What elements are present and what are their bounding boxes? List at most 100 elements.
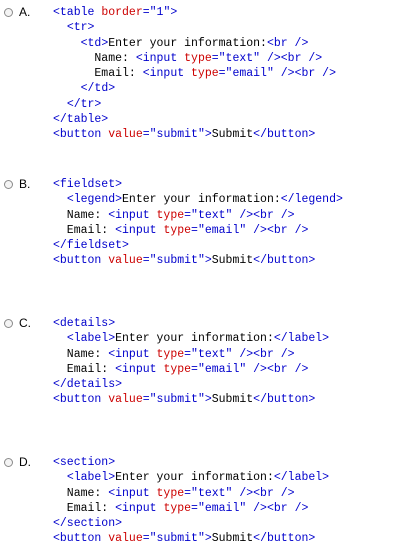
- code-token: <input: [142, 67, 192, 81]
- code-token: Submit: [211, 128, 254, 142]
- code-token: <input: [115, 362, 164, 376]
- code-token: <label>: [66, 471, 116, 485]
- code-token: <input: [108, 208, 157, 222]
- code-token: <br />: [294, 67, 336, 81]
- code-line: <td>Enter your information:<br />: [53, 36, 336, 51]
- code-token: <input: [135, 51, 185, 65]
- radio-button-a[interactable]: [4, 8, 13, 17]
- code-token: <input: [108, 486, 157, 500]
- code-token: </label>: [273, 471, 330, 485]
- code-line: <button value="submit">Submit</button>: [53, 127, 336, 142]
- radio-button-d[interactable]: [4, 458, 13, 467]
- code-token: border: [101, 6, 143, 19]
- code-token: ="1">: [142, 6, 178, 19]
- code-token: value: [108, 128, 143, 142]
- code-token: <input: [108, 347, 157, 361]
- code-token: <table: [53, 6, 102, 19]
- code-token: type: [163, 362, 192, 376]
- code-line: Name: <input type="text" /><br />: [53, 347, 329, 362]
- code-token: </button>: [253, 254, 316, 268]
- code-token: Email:: [53, 501, 116, 515]
- code-line: Email: <input type="email" /><br />: [53, 223, 343, 238]
- radio-button-b[interactable]: [4, 180, 13, 189]
- option-label-c: C.: [19, 316, 31, 330]
- code-line: <legend>Enter your information:</legend>: [53, 192, 343, 207]
- code-line: </table>: [53, 112, 336, 127]
- code-block-b: <fieldset> <legend>Enter your informatio…: [53, 177, 343, 269]
- code-block-d: <section> <label>Enter your information:…: [53, 455, 329, 547]
- code-token: type: [184, 51, 212, 65]
- code-token: Name:: [53, 208, 109, 222]
- code-line: <section>: [53, 455, 329, 470]
- code-line: Name: <input type="text" /><br />: [53, 208, 343, 223]
- code-line: <button value="submit">Submit</button>: [53, 392, 329, 407]
- code-token: </td>: [80, 82, 116, 96]
- code-token: <button: [53, 532, 109, 546]
- code-token: <details>: [53, 317, 116, 330]
- code-token: ="submit">: [142, 128, 212, 142]
- code-line: Email: <input type="email" /><br />: [53, 66, 336, 81]
- code-token: ="submit">: [142, 532, 212, 546]
- code-token: </button>: [253, 128, 316, 142]
- code-token: Enter your information:: [115, 471, 274, 485]
- radio-button-c[interactable]: [4, 319, 13, 328]
- code-token: <input: [115, 223, 164, 237]
- code-token: Submit: [211, 393, 254, 407]
- code-token: type: [156, 486, 185, 500]
- code-token: </section>: [53, 517, 123, 531]
- code-token: ="submit">: [142, 254, 212, 268]
- code-token: value: [108, 254, 143, 268]
- code-token: <legend>: [66, 193, 123, 207]
- code-token: Enter your information:: [108, 36, 267, 50]
- code-line: <button value="submit">Submit</button>: [53, 253, 343, 268]
- code-token: </legend>: [280, 193, 343, 207]
- code-block-c: <details> <label>Enter your information:…: [53, 316, 329, 408]
- code-token: <button: [53, 128, 109, 142]
- code-token: Name:: [53, 51, 136, 65]
- code-token: type: [191, 67, 219, 81]
- code-line: </td>: [53, 81, 336, 96]
- code-token: </button>: [253, 393, 316, 407]
- code-token: <input: [115, 501, 164, 515]
- code-token: Name:: [53, 347, 109, 361]
- code-token: Name:: [53, 486, 109, 500]
- code-token: <br />: [253, 486, 295, 500]
- code-token: ="text" />: [184, 486, 254, 500]
- code-token: ="email" />: [191, 223, 267, 237]
- code-line: </details>: [53, 377, 329, 392]
- code-line: </tr>: [53, 97, 336, 112]
- option-label-a: A.: [19, 5, 31, 19]
- code-token: value: [108, 393, 143, 407]
- code-line: <label>Enter your information:</label>: [53, 331, 329, 346]
- code-line: </fieldset>: [53, 238, 343, 253]
- code-token: <br />: [266, 223, 309, 237]
- code-token: </details>: [53, 378, 123, 392]
- code-line: Email: <input type="email" /><br />: [53, 501, 329, 516]
- code-token: </tr>: [66, 97, 102, 111]
- code-token: </label>: [273, 332, 330, 346]
- code-token: </button>: [253, 532, 316, 546]
- code-line: <label>Enter your information:</label>: [53, 470, 329, 485]
- code-token: <label>: [66, 332, 116, 346]
- code-token: ="text" />: [184, 347, 254, 361]
- code-token: Email:: [53, 67, 143, 81]
- code-token: <br />: [266, 501, 309, 515]
- code-token: <button: [53, 254, 109, 268]
- code-token: type: [156, 347, 185, 361]
- option-label-b: B.: [19, 177, 31, 191]
- option-label-d: D.: [19, 455, 31, 469]
- code-line: </section>: [53, 516, 329, 531]
- code-line: Name: <input type="text" /><br />: [53, 51, 336, 66]
- code-line: <tr>: [53, 20, 336, 35]
- code-token: Submit: [211, 532, 254, 546]
- code-line: Name: <input type="text" /><br />: [53, 486, 329, 501]
- code-token: type: [163, 223, 192, 237]
- code-token: ="email" />: [218, 67, 295, 81]
- code-token: Enter your information:: [122, 193, 281, 207]
